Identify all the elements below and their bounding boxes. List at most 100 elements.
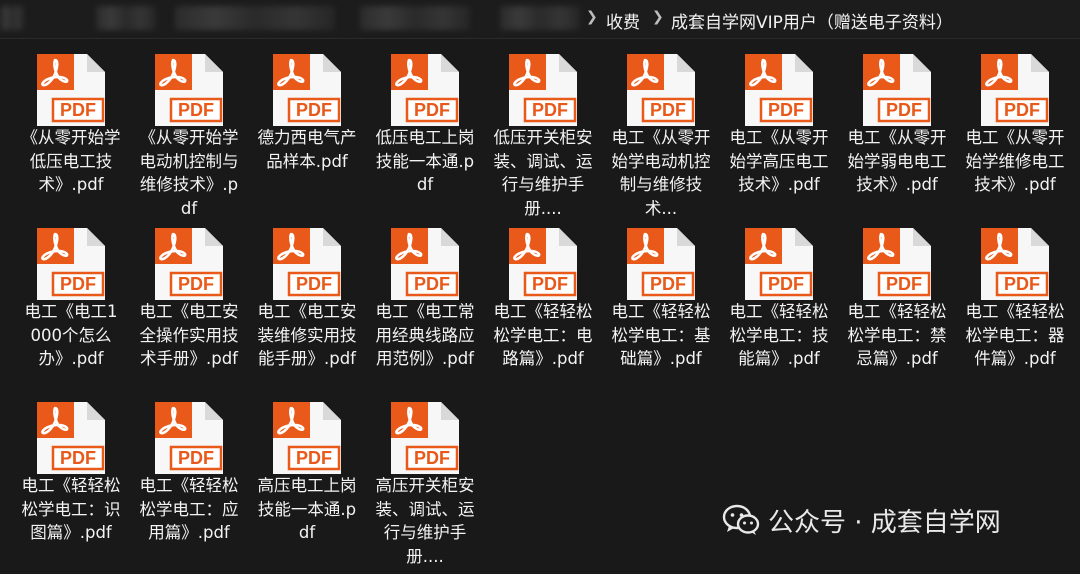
- svg-text:PDF: PDF: [296, 274, 332, 294]
- file-name: 电工《轻轻松松学电工：器件篇》.pdf: [965, 302, 1065, 368]
- blurred-path-segment: [175, 6, 335, 30]
- svg-text:PDF: PDF: [768, 274, 804, 294]
- pdf-file-icon: PDF: [34, 226, 108, 302]
- svg-text:PDF: PDF: [60, 100, 96, 120]
- pdf-file-icon: PDF: [860, 226, 934, 302]
- svg-text:PDF: PDF: [886, 100, 922, 120]
- pdf-file-icon: PDF: [388, 52, 462, 128]
- file-name: 电工《轻轻松松学电工：应用篇》.pdf: [139, 476, 239, 542]
- pdf-file-icon: PDF: [742, 52, 816, 128]
- file-name: 电工《从零开始学电动机控制与维修技术...: [611, 128, 711, 218]
- pdf-file-icon: PDF: [152, 400, 226, 476]
- blurred-path-segment: [500, 6, 580, 30]
- file-name: 电工《电工常用经典线路应用范例》.pdf: [375, 302, 475, 368]
- file-item[interactable]: PDF 高压开关柜安装、调试、运行与维护手册....: [366, 400, 484, 574]
- file-name: 《从零开始学电动机控制与维修技术》.pdf: [139, 128, 239, 218]
- file-item[interactable]: PDF 电工《轻轻松松学电工：基础篇》.pdf: [602, 226, 720, 400]
- file-item[interactable]: PDF 电工《轻轻松松学电工：应用篇》.pdf: [130, 400, 248, 574]
- file-item[interactable]: PDF 电工《轻轻松松学电工：技能篇》.pdf: [720, 226, 838, 400]
- file-item[interactable]: PDF 电工《从零开始学高压电工技术》.pdf: [720, 52, 838, 226]
- file-item[interactable]: PDF 德力西电气产品样本.pdf: [248, 52, 366, 226]
- svg-text:PDF: PDF: [414, 100, 450, 120]
- pdf-file-icon: PDF: [978, 226, 1052, 302]
- file-name: 《从零开始学低压电工技术》.pdf: [21, 128, 121, 194]
- svg-text:PDF: PDF: [768, 100, 804, 120]
- file-name: 电工《轻轻松松学电工：技能篇》.pdf: [729, 302, 829, 368]
- pdf-file-icon: PDF: [270, 52, 344, 128]
- svg-text:PDF: PDF: [60, 274, 96, 294]
- file-name: 高压开关柜安装、调试、运行与维护手册....: [375, 476, 475, 566]
- svg-text:PDF: PDF: [650, 100, 686, 120]
- file-grid: PDF 《从零开始学低压电工技术》.pdf PDF 《从零开始学电动机控制与维修…: [12, 52, 1072, 574]
- pdf-file-icon: PDF: [270, 400, 344, 476]
- file-item[interactable]: PDF 电工《从零开始学电动机控制与维修技术...: [602, 52, 720, 226]
- file-name: 电工《电工安全操作实用技术手册》.pdf: [139, 302, 239, 368]
- pdf-file-icon: PDF: [506, 52, 580, 128]
- file-item[interactable]: PDF 电工《电工安装维修实用技能手册》.pdf: [248, 226, 366, 400]
- breadcrumb: ❯ 收费 ❯ 成套自学网VIP用户（赠送电子资料）: [0, 0, 1080, 39]
- file-item[interactable]: PDF 电工《轻轻松松学电工：禁忌篇》.pdf: [838, 226, 956, 400]
- file-item[interactable]: PDF 低压电工上岗技能一本通.pdf: [366, 52, 484, 226]
- svg-text:PDF: PDF: [178, 100, 214, 120]
- svg-text:PDF: PDF: [178, 274, 214, 294]
- svg-text:PDF: PDF: [60, 448, 96, 468]
- file-name: 电工《轻轻松松学电工：禁忌篇》.pdf: [847, 302, 947, 368]
- pdf-file-icon: PDF: [152, 226, 226, 302]
- chevron-right-icon: ❯: [586, 9, 598, 25]
- file-item[interactable]: PDF 电工《轻轻松松学电工：器件篇》.pdf: [956, 226, 1074, 400]
- blurred-path-segment: [360, 6, 470, 30]
- file-item[interactable]: PDF 电工《电工1000个怎么办》.pdf: [12, 226, 130, 400]
- svg-text:PDF: PDF: [414, 274, 450, 294]
- file-item[interactable]: PDF 高压电工上岗技能一本通.pdf: [248, 400, 366, 574]
- blurred-path-segment: [0, 6, 24, 30]
- file-item[interactable]: PDF 电工《轻轻松松学电工：识图篇》.pdf: [12, 400, 130, 574]
- file-name: 电工《从零开始学高压电工技术》.pdf: [729, 128, 829, 194]
- file-name: 德力西电气产品样本.pdf: [257, 128, 357, 171]
- file-item[interactable]: PDF 电工《轻轻松松学电工：电路篇》.pdf: [484, 226, 602, 400]
- pdf-file-icon: PDF: [34, 400, 108, 476]
- blurred-path-segment: [96, 6, 156, 30]
- watermark: 公众号 · 成套自学网: [722, 500, 1001, 540]
- svg-text:PDF: PDF: [650, 274, 686, 294]
- wechat-icon: [722, 504, 760, 535]
- file-item[interactable]: PDF 电工《从零开始学维修电工技术》.pdf: [956, 52, 1074, 226]
- file-name: 电工《轻轻松松学电工：电路篇》.pdf: [493, 302, 593, 368]
- file-name: 低压开关柜安装、调试、运行与维护手册....: [493, 128, 593, 218]
- pdf-file-icon: PDF: [506, 226, 580, 302]
- pdf-file-icon: PDF: [978, 52, 1052, 128]
- pdf-file-icon: PDF: [34, 52, 108, 128]
- pdf-file-icon: PDF: [270, 226, 344, 302]
- file-name: 电工《从零开始学维修电工技术》.pdf: [965, 128, 1065, 194]
- svg-text:PDF: PDF: [296, 100, 332, 120]
- svg-text:PDF: PDF: [178, 448, 214, 468]
- file-item[interactable]: PDF 电工《从零开始学弱电电工技术》.pdf: [838, 52, 956, 226]
- svg-text:PDF: PDF: [414, 448, 450, 468]
- file-name: 电工《轻轻松松学电工：基础篇》.pdf: [611, 302, 711, 368]
- file-name: 电工《电工安装维修实用技能手册》.pdf: [257, 302, 357, 368]
- svg-text:PDF: PDF: [532, 274, 568, 294]
- chevron-right-icon: ❯: [652, 9, 664, 25]
- file-name: 电工《轻轻松松学电工：识图篇》.pdf: [21, 476, 121, 542]
- pdf-file-icon: PDF: [388, 226, 462, 302]
- pdf-file-icon: PDF: [742, 226, 816, 302]
- file-item[interactable]: PDF 《从零开始学电动机控制与维修技术》.pdf: [130, 52, 248, 226]
- pdf-file-icon: PDF: [152, 52, 226, 128]
- file-name: 低压电工上岗技能一本通.pdf: [375, 128, 475, 194]
- watermark-text: 公众号 · 成套自学网: [768, 507, 1001, 538]
- breadcrumb-item-current-folder[interactable]: 成套自学网VIP用户（赠送电子资料）: [671, 8, 953, 33]
- file-item[interactable]: PDF 电工《电工常用经典线路应用范例》.pdf: [366, 226, 484, 400]
- svg-text:PDF: PDF: [1004, 274, 1040, 294]
- pdf-file-icon: PDF: [624, 226, 698, 302]
- file-name: 高压电工上岗技能一本通.pdf: [257, 476, 357, 542]
- breadcrumb-item-fees[interactable]: 收费: [606, 8, 640, 33]
- svg-text:PDF: PDF: [1004, 100, 1040, 120]
- svg-text:PDF: PDF: [532, 100, 568, 120]
- pdf-file-icon: PDF: [860, 52, 934, 128]
- svg-text:PDF: PDF: [296, 448, 332, 468]
- svg-text:PDF: PDF: [886, 274, 922, 294]
- file-item[interactable]: PDF 低压开关柜安装、调试、运行与维护手册....: [484, 52, 602, 226]
- file-item[interactable]: PDF 电工《电工安全操作实用技术手册》.pdf: [130, 226, 248, 400]
- file-name: 电工《从零开始学弱电电工技术》.pdf: [847, 128, 947, 194]
- file-item[interactable]: PDF 《从零开始学低压电工技术》.pdf: [12, 52, 130, 226]
- file-name: 电工《电工1000个怎么办》.pdf: [24, 302, 118, 368]
